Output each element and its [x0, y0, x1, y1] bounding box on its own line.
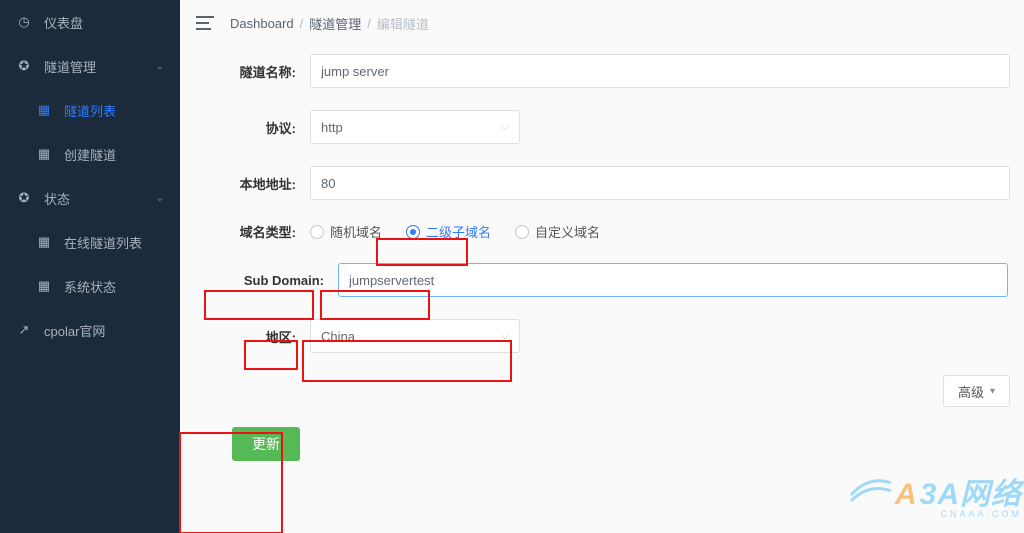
sidebar-item-label: 状态 — [44, 189, 70, 208]
topbar: Dashboard / 隧道管理 / 编辑隧道 — [180, 0, 1024, 46]
sidebar-item-label: 隧道列表 — [64, 101, 116, 120]
update-button[interactable]: 更新 — [232, 427, 300, 461]
sidebar-item-label: 在线隧道列表 — [64, 233, 142, 252]
sidebar-item-cpolar-site[interactable]: ↗ cpolar官网 — [0, 308, 180, 352]
radio-label: 自定义域名 — [535, 222, 600, 241]
grid-icon: ▦ — [36, 102, 52, 118]
domain-type-group: 随机域名 二级子域名 自定义域名 — [310, 222, 600, 241]
chevron-down-icon: ⌄ — [156, 193, 164, 204]
highlight-box — [376, 238, 468, 266]
plug-icon: ✪ — [16, 58, 32, 74]
radio-icon — [406, 225, 420, 239]
radio-label: 二级子域名 — [426, 222, 491, 241]
tunnel-name-label: 隧道名称: — [204, 62, 296, 81]
chevron-down-icon: ⌵ — [501, 121, 509, 134]
grid-icon: ▦ — [36, 278, 52, 294]
breadcrumb-section[interactable]: 隧道管理 — [309, 14, 361, 33]
chevron-down-icon: ⌄ — [156, 61, 164, 72]
domain-type-random[interactable]: 随机域名 — [310, 222, 382, 241]
breadcrumb-current: 编辑隧道 — [377, 14, 429, 33]
protocol-select[interactable]: http ⌵ — [310, 110, 520, 144]
grid-icon: ▦ — [36, 234, 52, 250]
gauge-icon: ◷ — [16, 14, 32, 30]
sidebar-item-dashboard[interactable]: ◷ 仪表盘 — [0, 0, 180, 44]
region-label: 地区: — [204, 327, 296, 346]
sidebar: ◷ 仪表盘 ✪ 隧道管理 ⌄ ▦ 隧道列表 ▦ 创建隧道 ✪ 状态 ⌄ ▦ 在线… — [0, 0, 180, 533]
local-address-label: 本地地址: — [204, 174, 296, 193]
plug-icon: ✪ — [16, 190, 32, 206]
menu-toggle-icon[interactable] — [196, 16, 214, 30]
form-area: 隧道名称: 协议: http ⌵ 本地地址: 域名类型: 随机域名 — [180, 46, 1024, 533]
sidebar-item-tunnel-list[interactable]: ▦ 隧道列表 — [0, 88, 180, 132]
domain-type-custom[interactable]: 自定义域名 — [515, 222, 600, 241]
watermark: A3A网络 CNAAA.COM — [895, 469, 1022, 519]
radio-icon — [515, 225, 529, 239]
local-address-input[interactable] — [310, 166, 1010, 200]
region-select[interactable]: China ⌵ — [310, 319, 520, 353]
subdomain-input[interactable] — [338, 263, 1008, 297]
domain-type-label: 域名类型: — [204, 222, 296, 241]
breadcrumb-sep: / — [367, 16, 371, 31]
sidebar-item-label: 系统状态 — [64, 277, 116, 296]
region-value: China — [321, 329, 355, 344]
sidebar-item-tunnel-manage[interactable]: ✪ 隧道管理 ⌄ — [0, 44, 180, 88]
sidebar-item-label: 仪表盘 — [44, 13, 83, 32]
protocol-label: 协议: — [204, 118, 296, 137]
sidebar-item-status[interactable]: ✪ 状态 ⌄ — [0, 176, 180, 220]
chevron-down-icon: ⌵ — [501, 330, 509, 343]
sidebar-item-label: 创建隧道 — [64, 145, 116, 164]
grid-icon: ▦ — [36, 146, 52, 162]
external-link-icon: ↗ — [16, 322, 32, 338]
sidebar-item-label: cpolar官网 — [44, 321, 105, 340]
main-panel: Dashboard / 隧道管理 / 编辑隧道 隧道名称: 协议: http ⌵… — [180, 0, 1024, 533]
breadcrumb-root[interactable]: Dashboard — [230, 16, 294, 31]
advanced-toggle[interactable]: 高级 ▾ — [943, 375, 1010, 407]
swoosh-icon — [849, 473, 893, 503]
sidebar-item-label: 隧道管理 — [44, 57, 96, 76]
protocol-value: http — [321, 120, 343, 135]
breadcrumb-sep: / — [300, 16, 304, 31]
tunnel-name-input[interactable] — [310, 54, 1010, 88]
chevron-down-icon: ▾ — [990, 386, 995, 397]
radio-label: 随机域名 — [330, 222, 382, 241]
domain-type-subdomain[interactable]: 二级子域名 — [406, 222, 491, 241]
subdomain-label: Sub Domain: — [204, 273, 324, 288]
advanced-label: 高级 — [958, 382, 984, 401]
sidebar-item-online-tunnels[interactable]: ▦ 在线隧道列表 — [0, 220, 180, 264]
radio-icon — [310, 225, 324, 239]
watermark-main: A3A网络 — [895, 469, 1022, 513]
sidebar-item-create-tunnel[interactable]: ▦ 创建隧道 — [0, 132, 180, 176]
sidebar-item-system-status[interactable]: ▦ 系统状态 — [0, 264, 180, 308]
